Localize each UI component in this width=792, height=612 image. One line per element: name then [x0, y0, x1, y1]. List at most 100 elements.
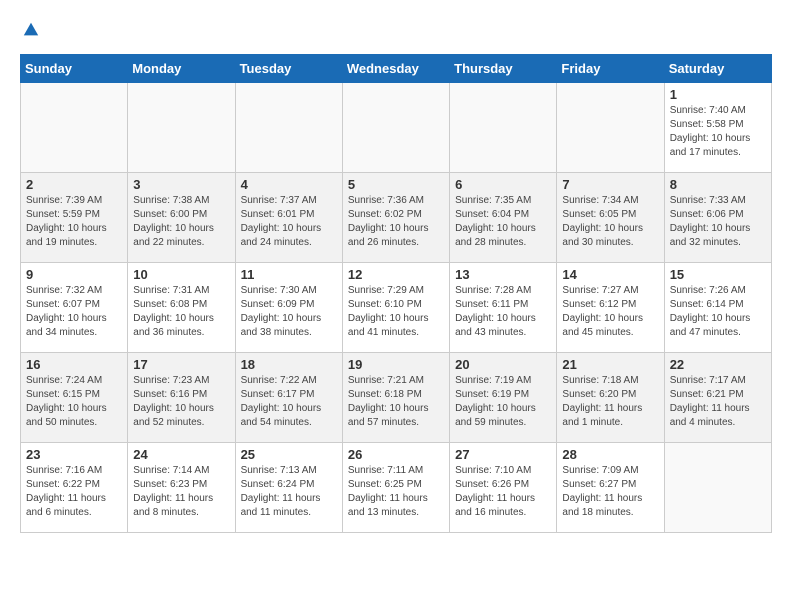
weekday-header: Sunday: [21, 55, 128, 83]
day-info: Sunrise: 7:26 AM Sunset: 6:14 PM Dayligh…: [670, 284, 766, 340]
day-info: Sunrise: 7:37 AM Sunset: 6:01 PM Dayligh…: [241, 194, 337, 250]
day-number: 13: [455, 267, 551, 282]
calendar-day-cell: 8 Sunrise: 7:33 AM Sunset: 6:06 PM Daylig…: [664, 173, 771, 263]
day-info: Sunrise: 7:22 AM Sunset: 6:17 PM Dayligh…: [241, 374, 337, 430]
calendar-day-cell: [342, 83, 449, 173]
day-info: Sunrise: 7:30 AM Sunset: 6:09 PM Dayligh…: [241, 284, 337, 340]
day-info: Sunrise: 7:29 AM Sunset: 6:10 PM Dayligh…: [348, 284, 444, 340]
calendar-day-cell: 13Sunrise: 7:28 AM Sunset: 6:11 PM Dayli…: [450, 263, 557, 353]
calendar-day-cell: 14 Sunrise: 7:27 AM Sunset: 6:12 PM Dayli…: [557, 263, 664, 353]
calendar-day-cell: [128, 83, 235, 173]
day-info: Sunrise: 7:19 AM Sunset: 6:19 PM Dayligh…: [455, 374, 551, 430]
day-number: 1: [670, 87, 766, 102]
calendar-day-cell: 28 Sunrise: 7:09 AM Sunset: 6:27 PM Dayli…: [557, 443, 664, 533]
calendar-day-cell: [664, 443, 771, 533]
calendar-header-row: SundayMondayTuesdayWednesdayThursdayFrid…: [21, 55, 772, 83]
calendar-week-row: 16 Sunrise: 7:24 AM Sunset: 6:15 PM Dayli…: [21, 353, 772, 443]
calendar-day-cell: 12Sunrise: 7:29 AM Sunset: 6:10 PM Dayli…: [342, 263, 449, 353]
calendar-day-cell: 4 Sunrise: 7:37 AM Sunset: 6:01 PM Daylig…: [235, 173, 342, 263]
day-number: 18: [241, 357, 337, 372]
calendar-table: SundayMondayTuesdayWednesdayThursdayFrid…: [20, 54, 772, 533]
calendar-day-cell: [450, 83, 557, 173]
day-number: 11: [241, 267, 337, 282]
day-info: Sunrise: 7:23 AM Sunset: 6:16 PM Dayligh…: [133, 374, 229, 430]
weekday-header: Tuesday: [235, 55, 342, 83]
day-number: 25: [241, 447, 337, 462]
day-number: 22: [670, 357, 766, 372]
calendar-week-row: 2 Sunrise: 7:39 AM Sunset: 5:59 PM Daylig…: [21, 173, 772, 263]
day-number: 8: [670, 177, 766, 192]
weekday-header: Wednesday: [342, 55, 449, 83]
day-number: 9: [26, 267, 122, 282]
day-info: Sunrise: 7:16 AM Sunset: 6:22 PM Dayligh…: [26, 464, 122, 520]
page-header: [20, 20, 772, 44]
day-info: Sunrise: 7:32 AM Sunset: 6:07 PM Dayligh…: [26, 284, 122, 340]
day-number: 19: [348, 357, 444, 372]
day-number: 28: [562, 447, 658, 462]
day-info: Sunrise: 7:27 AM Sunset: 6:12 PM Dayligh…: [562, 284, 658, 340]
day-info: Sunrise: 7:14 AM Sunset: 6:23 PM Dayligh…: [133, 464, 229, 520]
weekday-header: Monday: [128, 55, 235, 83]
calendar-day-cell: 5Sunrise: 7:36 AM Sunset: 6:02 PM Daylig…: [342, 173, 449, 263]
day-info: Sunrise: 7:39 AM Sunset: 5:59 PM Dayligh…: [26, 194, 122, 250]
day-info: Sunrise: 7:18 AM Sunset: 6:20 PM Dayligh…: [562, 374, 658, 430]
weekday-header: Friday: [557, 55, 664, 83]
day-number: 2: [26, 177, 122, 192]
day-info: Sunrise: 7:34 AM Sunset: 6:05 PM Dayligh…: [562, 194, 658, 250]
day-info: Sunrise: 7:36 AM Sunset: 6:02 PM Dayligh…: [348, 194, 444, 250]
calendar-day-cell: 10 Sunrise: 7:31 AM Sunset: 6:08 PM Dayli…: [128, 263, 235, 353]
day-number: 24: [133, 447, 229, 462]
day-number: 23: [26, 447, 122, 462]
day-number: 10: [133, 267, 229, 282]
day-number: 21: [562, 357, 658, 372]
calendar-day-cell: 23 Sunrise: 7:16 AM Sunset: 6:22 PM Dayli…: [21, 443, 128, 533]
calendar-day-cell: 19 Sunrise: 7:21 AM Sunset: 6:18 PM Dayli…: [342, 353, 449, 443]
day-number: 16: [26, 357, 122, 372]
calendar-day-cell: 26Sunrise: 7:11 AM Sunset: 6:25 PM Dayli…: [342, 443, 449, 533]
calendar-day-cell: 17 Sunrise: 7:23 AM Sunset: 6:16 PM Dayli…: [128, 353, 235, 443]
day-info: Sunrise: 7:13 AM Sunset: 6:24 PM Dayligh…: [241, 464, 337, 520]
day-info: Sunrise: 7:21 AM Sunset: 6:18 PM Dayligh…: [348, 374, 444, 430]
day-info: Sunrise: 7:38 AM Sunset: 6:00 PM Dayligh…: [133, 194, 229, 250]
day-number: 7: [562, 177, 658, 192]
calendar-day-cell: 3 Sunrise: 7:38 AM Sunset: 6:00 PM Daylig…: [128, 173, 235, 263]
day-number: 14: [562, 267, 658, 282]
day-info: Sunrise: 7:35 AM Sunset: 6:04 PM Dayligh…: [455, 194, 551, 250]
calendar-day-cell: 11 Sunrise: 7:30 AM Sunset: 6:09 PM Dayli…: [235, 263, 342, 353]
day-number: 27: [455, 447, 551, 462]
day-info: Sunrise: 7:31 AM Sunset: 6:08 PM Dayligh…: [133, 284, 229, 340]
day-number: 17: [133, 357, 229, 372]
calendar-day-cell: [235, 83, 342, 173]
day-info: Sunrise: 7:17 AM Sunset: 6:21 PM Dayligh…: [670, 374, 766, 430]
weekday-header: Thursday: [450, 55, 557, 83]
day-info: Sunrise: 7:33 AM Sunset: 6:06 PM Dayligh…: [670, 194, 766, 250]
calendar-week-row: 9 Sunrise: 7:32 AM Sunset: 6:07 PM Daylig…: [21, 263, 772, 353]
calendar-day-cell: 22 Sunrise: 7:17 AM Sunset: 6:21 PM Dayli…: [664, 353, 771, 443]
calendar-day-cell: 27 Sunrise: 7:10 AM Sunset: 6:26 PM Dayli…: [450, 443, 557, 533]
calendar-day-cell: 6Sunrise: 7:35 AM Sunset: 6:04 PM Daylig…: [450, 173, 557, 263]
calendar-day-cell: 1 Sunrise: 7:40 AM Sunset: 5:58 PM Daylig…: [664, 83, 771, 173]
weekday-header: Saturday: [664, 55, 771, 83]
calendar-day-cell: 21 Sunrise: 7:18 AM Sunset: 6:20 PM Dayli…: [557, 353, 664, 443]
calendar-day-cell: 25 Sunrise: 7:13 AM Sunset: 6:24 PM Dayli…: [235, 443, 342, 533]
logo-icon: [22, 21, 40, 39]
calendar-day-cell: 18 Sunrise: 7:22 AM Sunset: 6:17 PM Dayli…: [235, 353, 342, 443]
day-number: 3: [133, 177, 229, 192]
calendar-day-cell: 9 Sunrise: 7:32 AM Sunset: 6:07 PM Daylig…: [21, 263, 128, 353]
day-info: Sunrise: 7:40 AM Sunset: 5:58 PM Dayligh…: [670, 104, 766, 160]
day-info: Sunrise: 7:24 AM Sunset: 6:15 PM Dayligh…: [26, 374, 122, 430]
calendar-day-cell: 24 Sunrise: 7:14 AM Sunset: 6:23 PM Dayli…: [128, 443, 235, 533]
calendar-day-cell: [21, 83, 128, 173]
calendar-week-row: 1 Sunrise: 7:40 AM Sunset: 5:58 PM Daylig…: [21, 83, 772, 173]
calendar-day-cell: 15Sunrise: 7:26 AM Sunset: 6:14 PM Dayli…: [664, 263, 771, 353]
day-number: 4: [241, 177, 337, 192]
calendar-week-row: 23 Sunrise: 7:16 AM Sunset: 6:22 PM Dayli…: [21, 443, 772, 533]
calendar-day-cell: 20Sunrise: 7:19 AM Sunset: 6:19 PM Dayli…: [450, 353, 557, 443]
calendar-day-cell: 2 Sunrise: 7:39 AM Sunset: 5:59 PM Daylig…: [21, 173, 128, 263]
calendar-day-cell: 7 Sunrise: 7:34 AM Sunset: 6:05 PM Daylig…: [557, 173, 664, 263]
logo: [20, 20, 40, 44]
day-info: Sunrise: 7:09 AM Sunset: 6:27 PM Dayligh…: [562, 464, 658, 520]
day-number: 26: [348, 447, 444, 462]
calendar-day-cell: [557, 83, 664, 173]
day-info: Sunrise: 7:10 AM Sunset: 6:26 PM Dayligh…: [455, 464, 551, 520]
